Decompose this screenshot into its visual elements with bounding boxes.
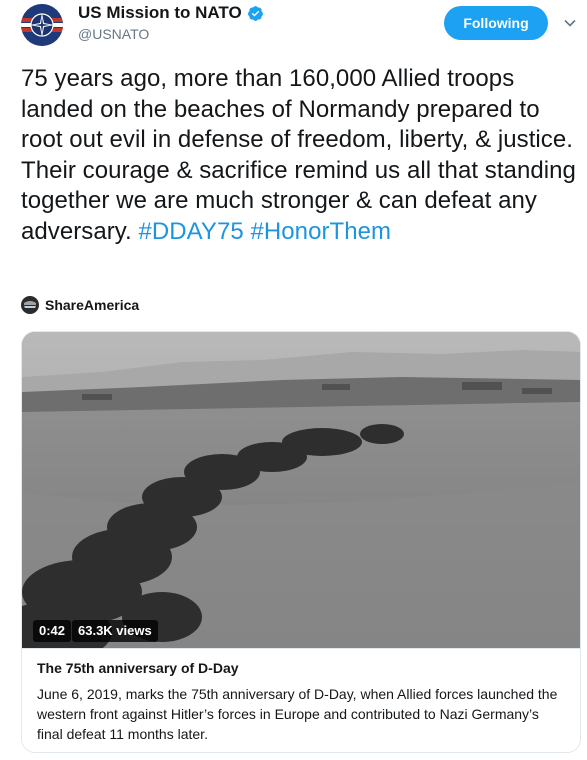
- account-name-row[interactable]: US Mission to NATO: [78, 3, 264, 23]
- nato-logo-icon: [21, 4, 63, 46]
- card-title[interactable]: The 75th anniversary of D-Day: [37, 660, 239, 676]
- video-views-badge: 63.3K views: [72, 620, 158, 642]
- source-name[interactable]: ShareAmerica: [45, 297, 139, 313]
- source-attribution[interactable]: ShareAmerica: [21, 296, 139, 314]
- verified-badge-icon: [247, 5, 263, 21]
- hashtag-link[interactable]: #DDAY75: [138, 218, 243, 245]
- following-button[interactable]: Following: [444, 6, 548, 40]
- tweet-text: 75 years ago, more than 160,000 Allied t…: [21, 64, 581, 247]
- link-card[interactable]: 0:42 63.3K views The 75th anniversary of…: [21, 331, 581, 753]
- display-name[interactable]: US Mission to NATO: [78, 3, 242, 23]
- account-avatar[interactable]: [21, 4, 63, 46]
- hashtag-link[interactable]: #HonorThem: [251, 218, 392, 245]
- video-player[interactable]: 0:42 63.3K views: [22, 332, 580, 648]
- account-handle[interactable]: @USNATO: [78, 26, 149, 42]
- video-duration-badge: 0:42: [33, 620, 72, 642]
- shareamerica-logo-icon: [21, 296, 39, 314]
- chevron-down-icon[interactable]: [563, 16, 577, 30]
- video-thumbnail-image: [22, 332, 580, 648]
- card-description: June 6, 2019, marks the 75th anniversary…: [37, 686, 558, 742]
- card-text-area[interactable]: The 75th anniversary of D-Day June 6, 20…: [22, 648, 580, 752]
